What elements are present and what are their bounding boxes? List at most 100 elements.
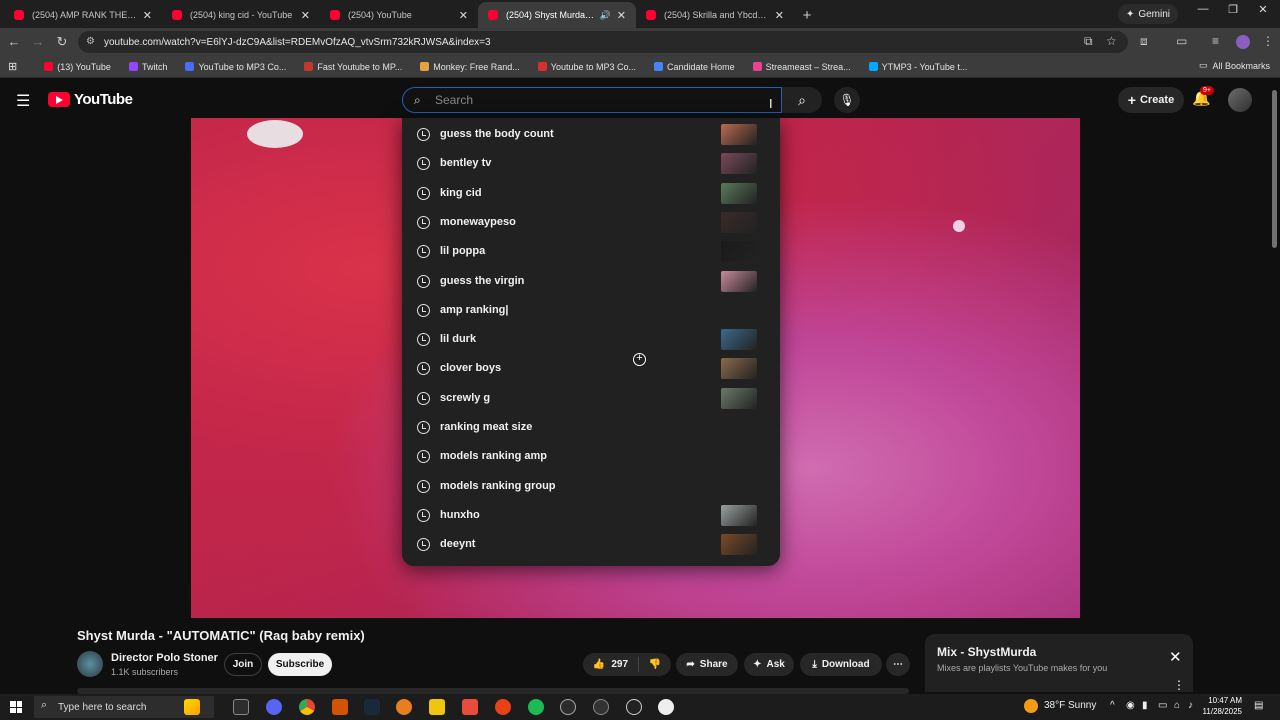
search-suggestion-item[interactable]: king cid [402,179,780,208]
chrome-icon[interactable] [299,699,315,715]
extensions-icon[interactable]: ⧈ [1140,34,1148,49]
close-tab-icon[interactable]: ✕ [459,9,468,22]
create-button[interactable]: + Create [1118,87,1184,113]
app-icon-gamepad[interactable] [593,699,609,715]
app-icon-w[interactable] [560,699,576,715]
share-button[interactable]: ➦ Share [676,653,738,676]
voice-search-button[interactable]: 🎙 [834,87,860,113]
spotify-icon[interactable] [528,699,544,715]
search-suggestion-item[interactable]: guess the body count [402,120,780,149]
app-icon-circle[interactable] [495,699,511,715]
browser-tab[interactable]: (2504) king cid - YouTube ✕ [162,2,320,28]
gemini-button[interactable]: ✦ Gemini [1118,4,1178,24]
join-button[interactable]: Join [224,653,262,676]
download-button[interactable]: ⤓ Download [800,653,882,676]
more-vertical-icon[interactable]: ⋮ [1173,678,1185,692]
file-explorer-icon[interactable] [429,699,445,715]
bookmark-item[interactable]: Candidate Home [645,62,744,72]
browser-menu-icon[interactable]: ⋮ [1262,34,1274,48]
tray-app-icon[interactable]: ◉ [1126,700,1135,711]
bookmark-item[interactable]: Streameast – Strea... [744,62,860,72]
search-suggestion-item[interactable]: hunxho [402,501,780,530]
app-icon-orange[interactable] [332,699,348,715]
search-suggestion-item[interactable]: clover boys [402,354,780,383]
bookmark-item[interactable]: Monkey: Free Rand... [411,62,529,72]
all-bookmarks-button[interactable]: ▭ All Bookmarks [1199,60,1270,71]
close-window-button[interactable]: ✕ [1248,3,1278,16]
search-highlight-icon[interactable] [184,699,200,715]
channel-name[interactable]: Director Polo Stoner [111,652,218,664]
search-button[interactable]: ⌕ [782,87,822,113]
app-icon-flame[interactable] [396,699,412,715]
bookmark-star-icon[interactable]: ☆ [1106,34,1117,48]
search-suggestion-item[interactable]: deeynt [402,530,780,559]
notification-center-icon[interactable]: ▤ [1254,700,1263,711]
browser-tab[interactable]: (2504) YouTube ✕ [320,2,478,28]
search-suggestion-item[interactable]: screwly g [402,384,780,413]
search-input[interactable]: ⌕ Search [402,87,782,113]
search-suggestion-item[interactable]: lil poppa [402,237,780,266]
windows-start-icon[interactable] [10,701,22,713]
reload-button[interactable]: ↻ [50,34,74,50]
tray-usb-icon[interactable]: ▮ [1142,700,1148,711]
tab-audio-icon[interactable]: 🔊 [600,10,611,21]
site-info-icon[interactable]: ⚙ [86,36,95,47]
bookmark-item[interactable]: (13) YouTube [35,62,120,72]
like-button[interactable]: 👍 297 [583,657,639,672]
profile-icon[interactable] [1236,35,1250,49]
search-suggestion-item[interactable]: ranking meat size [402,413,780,442]
steam-icon[interactable] [364,699,380,715]
close-tab-icon[interactable]: ✕ [143,9,152,22]
search-suggestion-item[interactable]: models ranking group [402,472,780,501]
url-field[interactable]: ⚙ youtube.com/watch?v=E6lYJ-dzC9A&list=R… [78,31,1128,53]
bookmark-item[interactable]: Twitch [120,62,177,72]
page-scrollbar[interactable] [1272,90,1277,248]
media-control-icon[interactable]: ≡ [1212,34,1219,48]
bookmark-item[interactable]: Youtube to MP3 Co... [529,62,645,72]
apps-grid-icon[interactable]: ⊞ [0,60,25,73]
search-suggestion-item[interactable]: models ranking amp [402,442,780,471]
app-icon-white[interactable] [658,699,674,715]
volume-icon[interactable]: ♪ [1188,700,1193,711]
menu-hamburger-icon[interactable]: ☰ [16,91,30,111]
system-clock[interactable]: 10:47 AM 11/28/2025 [1200,695,1242,717]
maximize-button[interactable]: ❐ [1218,3,1248,16]
app-icon-red[interactable] [462,699,478,715]
search-suggestion-item[interactable]: guess the virgin [402,267,780,296]
bookmark-item[interactable]: YouTube to MP3 Co... [176,62,295,72]
account-avatar[interactable] [1228,88,1252,112]
search-suggestion-item[interactable]: bentley tv [402,149,780,178]
dislike-button[interactable]: 👎 [639,659,671,670]
bookmark-item[interactable]: YTMP3 - YouTube t... [860,62,977,72]
close-tab-icon[interactable]: ✕ [775,9,784,22]
browser-tab[interactable]: (2504) AMP RANK THEMSELVES✕ [4,2,162,28]
close-mix-icon[interactable]: ✕ [1169,648,1182,666]
minimize-button[interactable]: — [1188,3,1218,15]
tray-monitor-icon[interactable]: ▭ [1158,700,1167,711]
youtube-logo[interactable]: YouTube [48,91,133,108]
close-tab-icon[interactable]: ✕ [301,9,310,22]
discord-icon[interactable] [266,699,282,715]
new-tab-button[interactable]: + [794,2,820,28]
bookmark-item[interactable]: Fast Youtube to MP... [295,62,411,72]
forward-button[interactable]: → [26,34,50,49]
search-suggestion-item[interactable]: lil durk [402,325,780,354]
channel-avatar[interactable] [77,651,103,677]
close-tab-icon[interactable]: ✕ [617,9,626,22]
tray-expand-icon[interactable]: ^ [1110,700,1115,711]
network-icon[interactable]: ⌂ [1174,700,1180,711]
weather-text[interactable]: 38°F Sunny [1044,700,1096,711]
back-button[interactable]: ← [2,34,26,49]
more-actions-button[interactable]: ⋯ [886,653,910,676]
subscribe-button[interactable]: Subscribe [268,653,332,676]
weather-sun-icon[interactable] [1024,699,1038,713]
search-suggestion-item[interactable]: amp ranking| [402,296,780,325]
task-view-icon[interactable] [233,699,249,715]
install-app-icon[interactable]: ⧉ [1084,34,1093,49]
tab-search-icon[interactable]: ▭ [1176,34,1187,48]
ask-button[interactable]: ✦ Ask [744,653,794,676]
media-player-icon[interactable] [626,699,642,715]
browser-tab[interactable]: (2504) Skrilla and Ybcdul was th✕ [636,2,794,28]
search-suggestion-item[interactable]: monewaypeso [402,208,780,237]
browser-tab[interactable]: (2504) Shyst Murda - "AUTC🔊✕ [478,2,636,28]
